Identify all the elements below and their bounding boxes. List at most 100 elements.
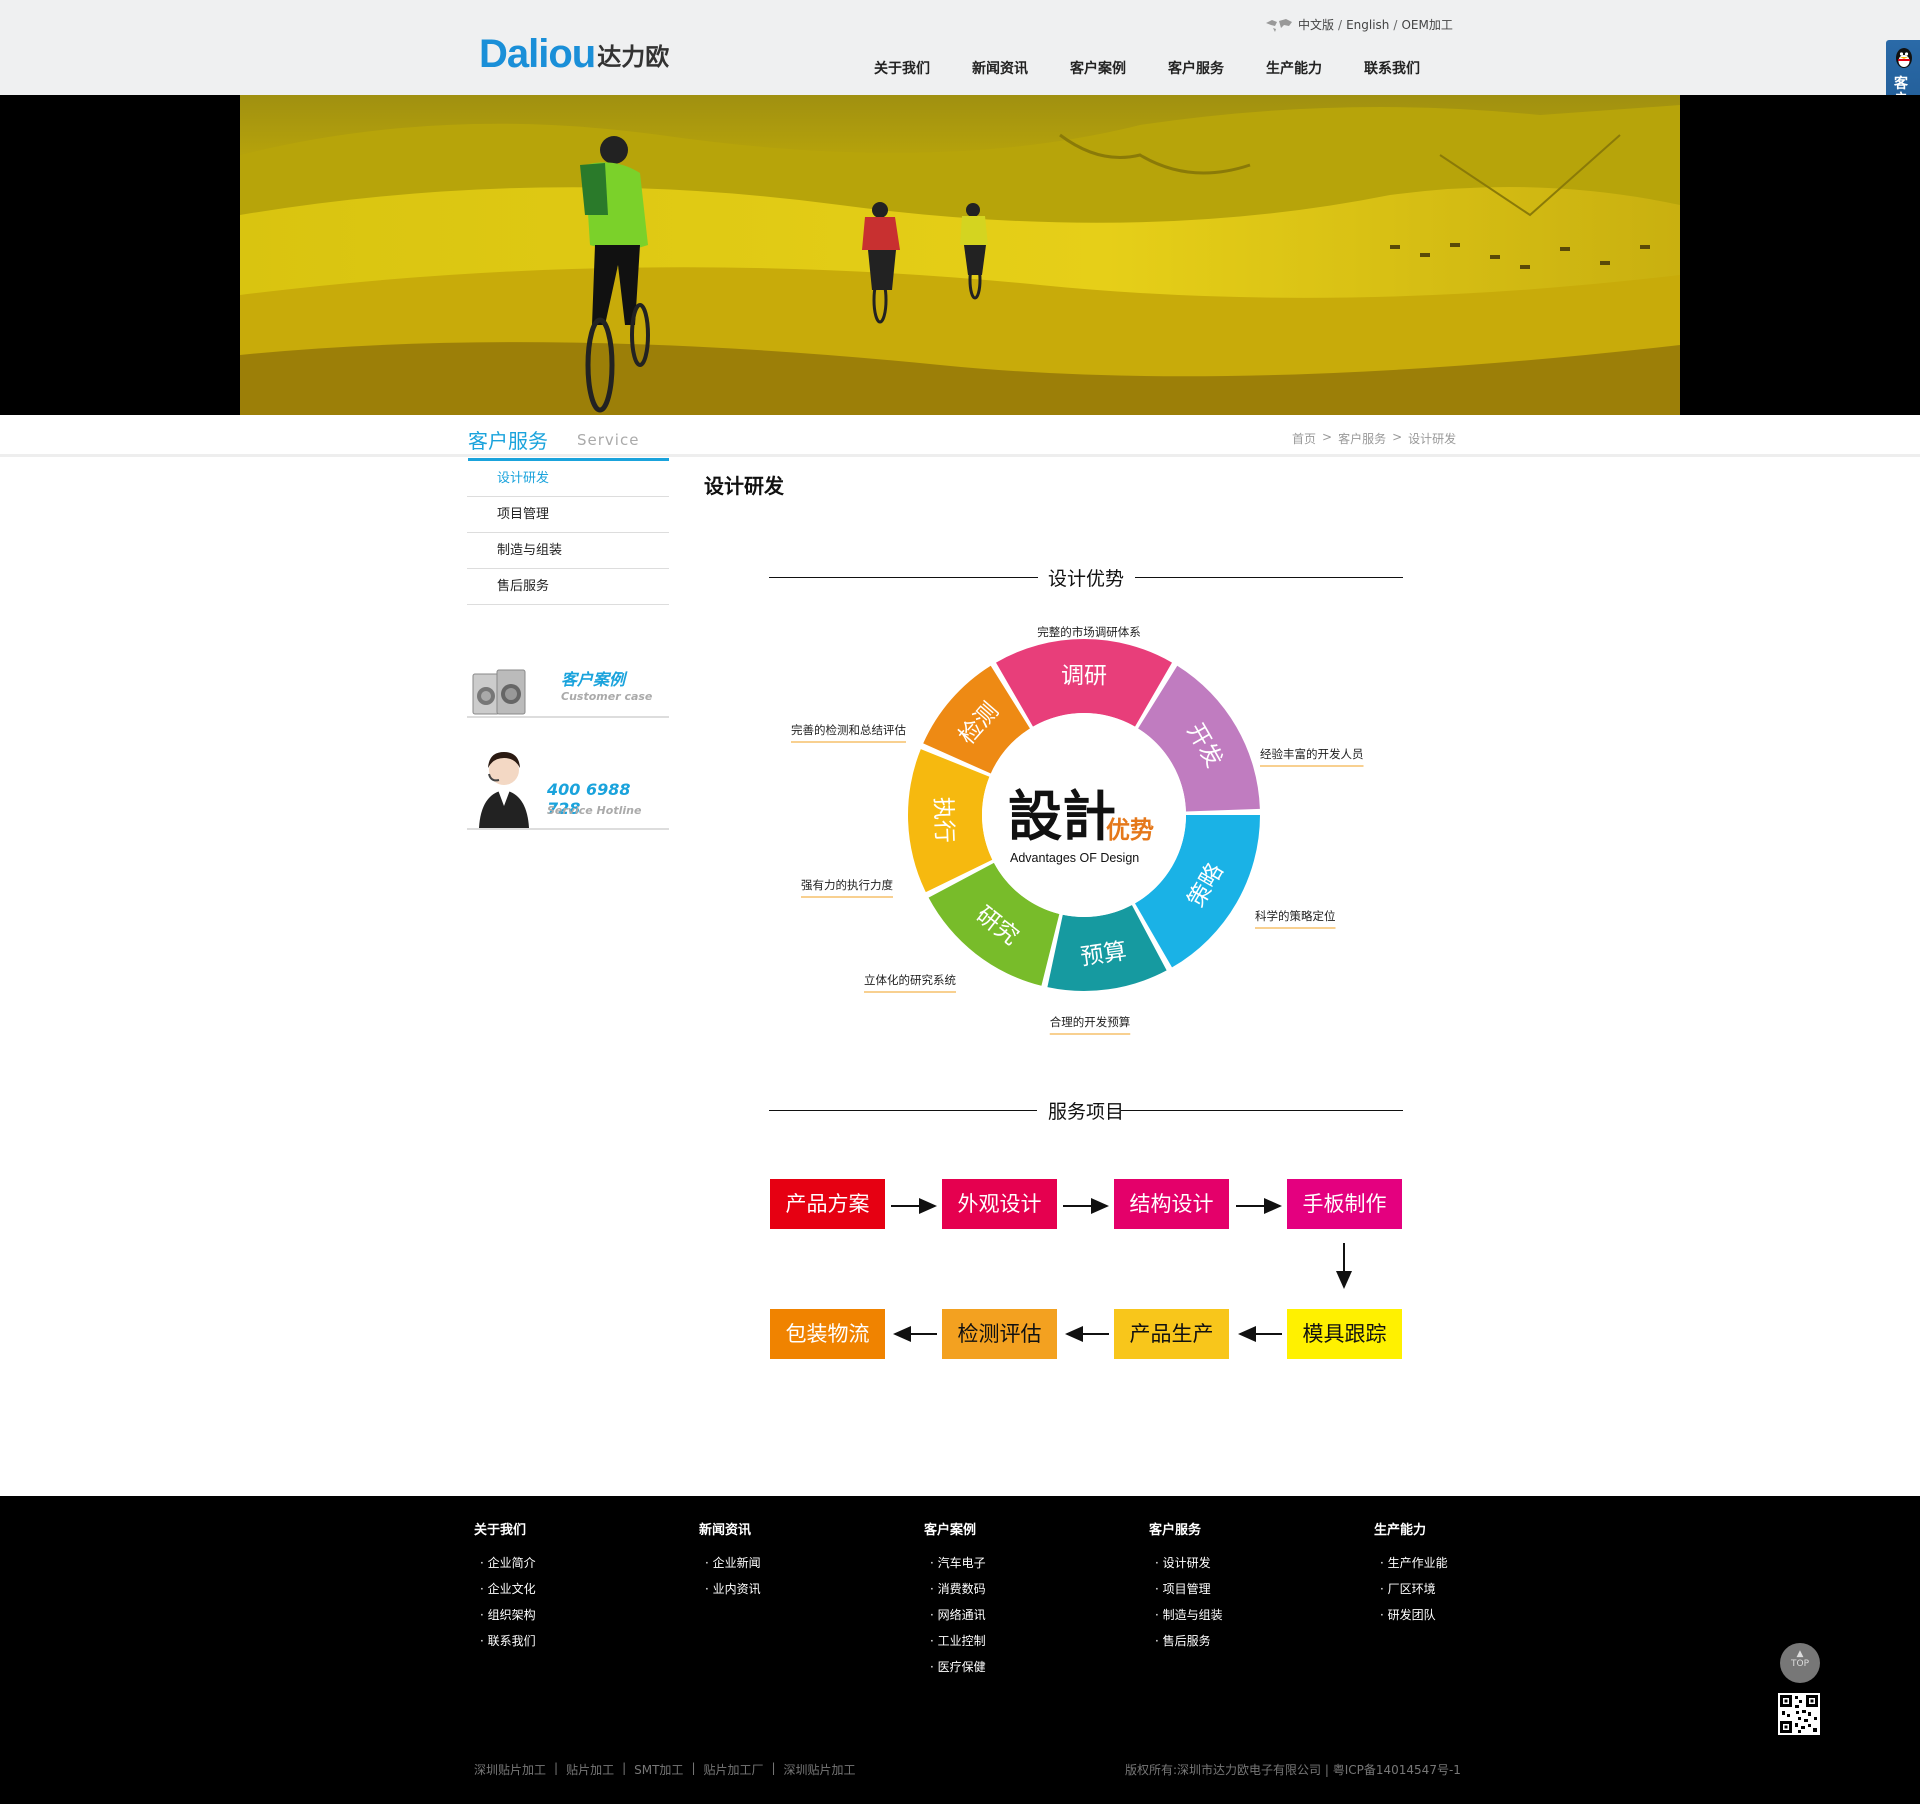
customer-case-subtitle: Customer case (561, 690, 653, 703)
service-hotline-promo: 400 6988 728 Service Hotline (467, 746, 669, 830)
wheel-note: 完善的检测和总结评估 (791, 723, 906, 737)
seo-link[interactable]: 贴片加工 (566, 1761, 614, 1778)
page-title: 设计研发 (704, 474, 784, 498)
footer-link[interactable]: 联系我们 (474, 1628, 536, 1654)
sub-header-bar (0, 415, 1920, 457)
footer-col-cases: 客户案例 汽车电子 消费数码 网络通讯 工业控制 医疗保健 (924, 1519, 986, 1680)
footer-col-production: 生产能力 生产作业能 厂区环境 研发团队 (1374, 1519, 1448, 1628)
seo-separator: | (691, 1761, 696, 1775)
site-header: Daliou 达力欧 中文版 / English / OEM加工 关于我们 新闻… (0, 0, 1920, 95)
footer-col-title: 客户案例 (924, 1523, 977, 1538)
wheel-note: 合理的开发预算 (1050, 1015, 1131, 1029)
service-items-heading: 服务项目 (769, 1095, 1403, 1125)
section-title-en: Service (577, 431, 640, 449)
footer-link[interactable]: 企业文化 (474, 1576, 536, 1602)
seo-link[interactable]: 深圳贴片加工 (784, 1761, 856, 1778)
breadcrumb: 首页 > 客户服务 > 设计研发 (1292, 430, 1456, 447)
side-menu-item-aftersales[interactable]: 售后服务 (467, 569, 669, 605)
wheel-note: 科学的策略定位 (1255, 909, 1336, 923)
footer-link[interactable]: 网络通讯 (924, 1602, 986, 1628)
breadcrumb-home[interactable]: 首页 (1292, 430, 1316, 447)
language-switcher: 中文版 / English / OEM加工 (1264, 16, 1453, 33)
wheel-note: 立体化的研究系统 (864, 973, 956, 987)
nav-about[interactable]: 关于我们 (853, 58, 951, 78)
logo[interactable]: Daliou 达力欧 (479, 32, 669, 77)
footer-col-service: 客户服务 设计研发 项目管理 制造与组装 售后服务 (1149, 1519, 1223, 1654)
copyright: 版权所有:深圳市达力欧电子有限公司 | 粤ICP备14014547号-1 (1125, 1763, 1461, 1777)
breadcrumb-service[interactable]: 客户服务 (1338, 430, 1386, 447)
footer-col-title: 新闻资讯 (699, 1523, 752, 1538)
side-menu-item-manufacture[interactable]: 制造与组装 (467, 533, 669, 569)
chevron-right-icon: > (1322, 430, 1333, 444)
footer-seo-links: 深圳贴片加工 | 贴片加工 | SMT加工 | 贴片加工厂 | 深圳贴片加工 (474, 1761, 856, 1778)
footer-link[interactable]: 厂区环境 (1374, 1576, 1448, 1602)
seo-link[interactable]: 深圳贴片加工 (474, 1761, 546, 1778)
footer-link[interactable]: 医疗保健 (924, 1654, 986, 1680)
breadcrumb-current: 设计研发 (1408, 432, 1457, 446)
footer-link[interactable]: 售后服务 (1149, 1628, 1223, 1654)
wheel-center-en: Advantages OF Design (1010, 851, 1139, 865)
wheel-center-cn: 設計 (1008, 785, 1116, 848)
footer-link[interactable]: 组织架构 (474, 1602, 536, 1628)
footer-link[interactable]: 企业简介 (474, 1550, 536, 1576)
hotline-label: Service Hotline (547, 804, 642, 817)
footer-col-title: 生产能力 (1374, 1523, 1427, 1538)
footer-link[interactable]: 消费数码 (924, 1576, 986, 1602)
back-to-top-label: TOP (1790, 1659, 1809, 1669)
design-advantage-wheel: 設計 优势 Advantages OF Design 调研开发策略预算研究执行检… (791, 625, 1364, 1035)
side-menu-item-project[interactable]: 项目管理 (467, 497, 669, 533)
wheel-note: 经验丰富的开发人员 (1260, 747, 1364, 761)
footer-link[interactable]: 汽车电子 (924, 1550, 986, 1576)
footer-link[interactable]: 设计研发 (1149, 1550, 1223, 1576)
seo-separator: | (771, 1761, 776, 1775)
world-map-icon (1266, 18, 1292, 32)
footer-link[interactable]: 工业控制 (924, 1628, 986, 1654)
nav-contact[interactable]: 联系我们 (1343, 58, 1441, 78)
hero-banner (240, 95, 1680, 415)
section-title: 客户服务 Service (468, 425, 669, 461)
footer-link[interactable]: 制造与组装 (1149, 1602, 1223, 1628)
nav-production[interactable]: 生产能力 (1245, 58, 1343, 78)
chevron-right-icon: > (1392, 430, 1403, 444)
qq-penguin-icon (1896, 48, 1912, 68)
flow-arrows (891, 1198, 1352, 1342)
nav-news[interactable]: 新闻资讯 (951, 58, 1049, 78)
seo-separator: | (554, 1761, 559, 1775)
footer-link[interactable]: 业内资讯 (699, 1576, 761, 1602)
footer-link[interactable]: 项目管理 (1149, 1576, 1223, 1602)
triangle-up-icon: ▲ (1796, 1649, 1804, 1659)
footer-link[interactable]: 企业新闻 (699, 1550, 761, 1576)
lang-chinese-link[interactable]: 中文版 (1298, 16, 1334, 33)
service-items-heading-text: 服务项目 (1047, 1101, 1124, 1123)
lang-separator: / (1393, 17, 1398, 32)
logo-text-cn: 达力欧 (597, 43, 670, 71)
design-advantage-heading: 设计优势 (769, 562, 1403, 592)
back-to-top-button[interactable]: ▲ TOP (1780, 1643, 1820, 1683)
footer-link[interactable]: 生产作业能 (1374, 1550, 1448, 1576)
banner-cyclists-image (240, 95, 1680, 415)
seo-link[interactable]: 贴片加工厂 (703, 1761, 763, 1778)
oem-link[interactable]: OEM加工 (1401, 16, 1452, 33)
qr-code-icon (1778, 1693, 1820, 1735)
footer-link[interactable]: 研发团队 (1374, 1602, 1448, 1628)
customer-case-promo[interactable]: 客户案例 Customer case (467, 658, 669, 718)
design-advantage-heading-text: 设计优势 (1047, 568, 1124, 590)
side-menu-item-design[interactable]: 设计研发 (467, 461, 669, 497)
seo-separator: | (622, 1761, 627, 1775)
seo-link[interactable]: SMT加工 (634, 1761, 683, 1778)
side-menu: 设计研发 项目管理 制造与组装 售后服务 (467, 461, 669, 605)
wheel-segment-label: 调研 (1061, 663, 1107, 689)
wheel-segment-label: 执行 (929, 796, 957, 843)
footer-col-title: 关于我们 (474, 1523, 527, 1538)
lang-english-link[interactable]: English (1346, 18, 1389, 32)
footer-col-news: 新闻资讯 企业新闻 业内资讯 (699, 1519, 761, 1602)
washing-machine-icon (472, 669, 526, 715)
main-nav: 关于我们 新闻资讯 客户案例 客户服务 生产能力 联系我们 (853, 58, 1441, 78)
wheel-note: 完整的市场调研体系 (1037, 625, 1141, 639)
nav-cases[interactable]: 客户案例 (1049, 58, 1147, 78)
support-agent-avatar (479, 752, 529, 828)
lang-separator: / (1338, 17, 1343, 32)
wheel-note: 强有力的执行力度 (801, 878, 893, 892)
nav-service[interactable]: 客户服务 (1147, 58, 1245, 78)
section-title-cn: 客户服务 (468, 429, 548, 453)
